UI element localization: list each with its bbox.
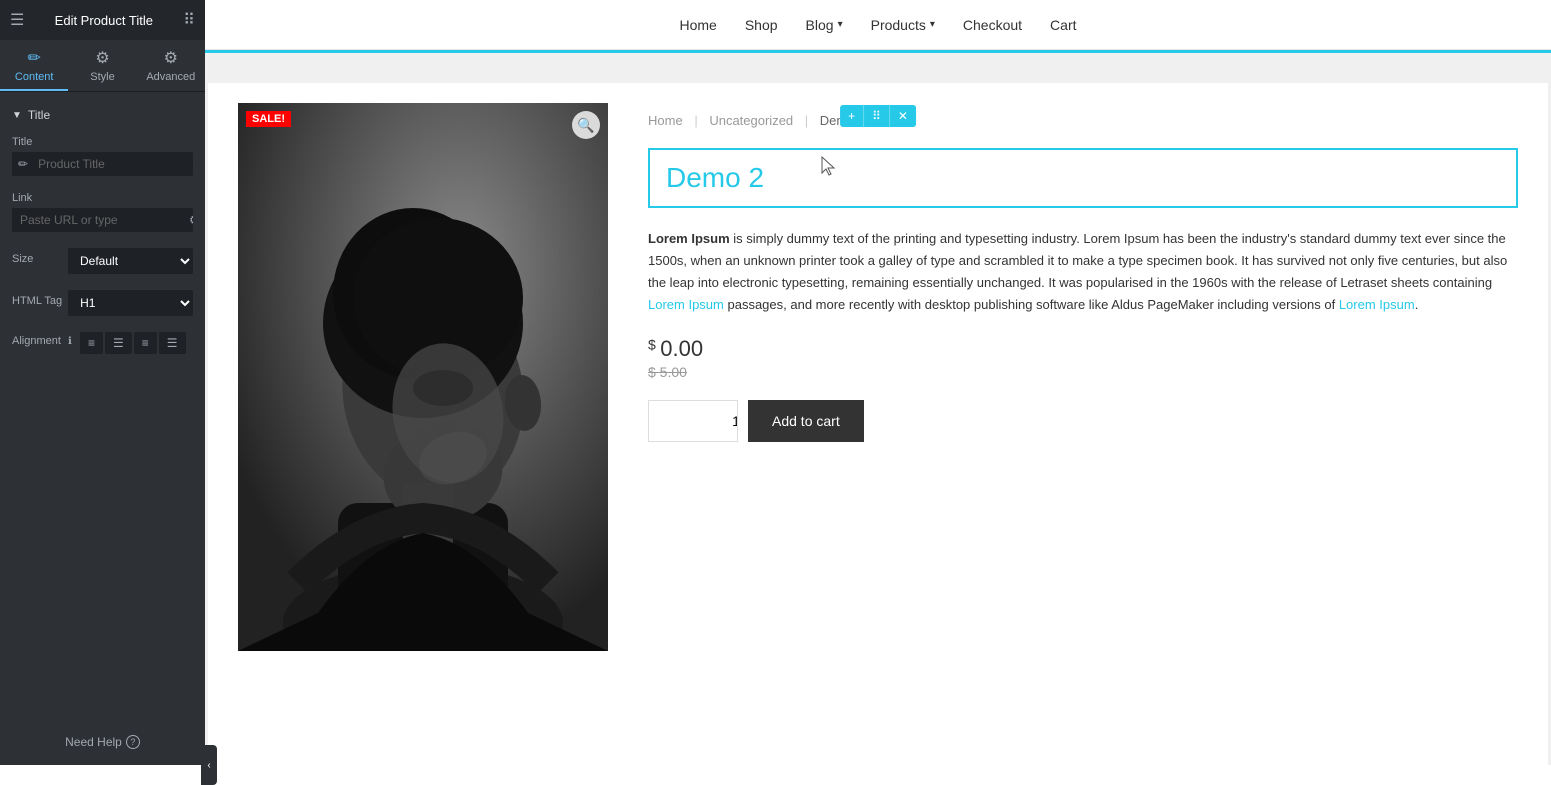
product-image-svg	[238, 103, 608, 651]
widget-close-button[interactable]: ✕	[890, 105, 916, 127]
link-input-wrap: ⚙ ✕	[12, 208, 193, 232]
breadcrumb: Home | Uncategorized | Demo 2	[648, 113, 1518, 128]
title-field-group: Title ✏	[0, 128, 205, 184]
nav-cart[interactable]: Cart	[1050, 17, 1076, 33]
link-label: Link	[12, 192, 193, 204]
need-help-link[interactable]: Need Help ?	[16, 735, 189, 749]
sale-badge: SALE!	[246, 111, 291, 127]
alignment-buttons: ≡ ☰ ≡ ☰	[80, 332, 186, 354]
nav-checkout[interactable]: Checkout	[963, 17, 1022, 33]
quantity-field[interactable]	[649, 401, 738, 441]
section-title-toggle[interactable]: ▼ Title	[0, 102, 205, 128]
product-page: SALE! 🔍	[208, 83, 1548, 765]
gear2-icon: ⚙	[164, 48, 178, 68]
sidebar-header: ☰ Edit Product Title ⠿	[0, 0, 205, 40]
breadcrumb-sep1: |	[694, 113, 697, 128]
main-content: Home Shop Blog ▾ Products ▾ Checkout Car…	[205, 0, 1551, 765]
tab-advanced[interactable]: ⚙ Advanced	[137, 40, 205, 91]
lorem-ipsum-link1[interactable]: Lorem Ipsum	[648, 297, 724, 312]
add-to-cart-button[interactable]: Add to cart	[748, 400, 864, 442]
nav-products[interactable]: Products ▾	[871, 17, 935, 33]
sidebar: ☰ Edit Product Title ⠿ ✏ Content ⚙ Style…	[0, 0, 205, 765]
title-input-wrap: ✏	[12, 152, 193, 176]
breadcrumb-sep2: |	[805, 113, 808, 128]
link-input[interactable]	[12, 208, 183, 232]
canvas-area: SALE! 🔍	[205, 53, 1551, 765]
alignment-label: Alignment ℹ	[12, 335, 72, 347]
product-description: Lorem Ipsum is simply dummy text of the …	[648, 228, 1518, 316]
info-icon: ℹ	[68, 336, 72, 347]
tab-content[interactable]: ✏ Content	[0, 40, 68, 91]
product-image	[238, 103, 608, 651]
tab-style[interactable]: ⚙ Style	[68, 40, 136, 91]
current-price: $ 0.00	[648, 336, 1518, 362]
chevron-down-icon: ▼	[12, 110, 22, 121]
product-image-col: SALE! 🔍	[238, 103, 608, 763]
align-left-button[interactable]: ≡	[80, 332, 103, 354]
top-nav: Home Shop Blog ▾ Products ▾ Checkout Car…	[205, 0, 1551, 50]
lorem-ipsum-link2[interactable]: Lorem Ipsum	[1339, 297, 1415, 312]
widget-move-button[interactable]: ⠿	[864, 105, 890, 127]
product-title-box: Demo 2	[648, 148, 1518, 208]
hamburger-icon[interactable]: ☰	[10, 10, 24, 30]
add-to-cart-row: ▲ ▼ Add to cart	[648, 400, 1518, 442]
align-center-button[interactable]: ☰	[105, 332, 132, 354]
html-tag-field-group: HTML Tag H1	[0, 282, 205, 324]
sidebar-collapse-button[interactable]: ‹	[201, 745, 217, 785]
blog-dropdown-arrow: ▾	[838, 19, 843, 30]
help-area: Need Help ?	[0, 719, 205, 765]
html-tag-select[interactable]: H1	[68, 290, 193, 316]
product-title: Demo 2	[666, 162, 1500, 194]
price-section: $ 0.00 $ 5.00	[648, 336, 1518, 380]
zoom-icon[interactable]: 🔍	[572, 111, 600, 139]
help-icon: ?	[126, 735, 140, 749]
quantity-input: ▲ ▼	[648, 400, 738, 442]
link-field-group: Link ⚙ ✕	[0, 184, 205, 240]
widget-toolbar: + ⠿ ✕	[840, 105, 916, 127]
grid-icon[interactable]: ⠿	[183, 10, 195, 30]
size-label: Size	[12, 253, 62, 265]
size-field-group: Size Default	[0, 240, 205, 282]
settings-icon[interactable]: ⚙	[183, 208, 193, 232]
alignment-field-group: Alignment ℹ ≡ ☰ ≡ ☰	[0, 324, 205, 362]
pencil-small-icon: ✏	[12, 157, 34, 171]
price-dollar-sign: $	[648, 337, 656, 353]
nav-shop[interactable]: Shop	[745, 17, 778, 33]
sidebar-title: Edit Product Title	[55, 13, 153, 28]
gear-icon: ⚙	[95, 48, 109, 68]
breadcrumb-home[interactable]: Home	[648, 113, 683, 128]
products-dropdown-arrow: ▾	[930, 19, 935, 30]
size-select[interactable]: Default	[68, 248, 193, 274]
price-value: 0.00	[660, 336, 703, 361]
lorem-ipsum-bold: Lorem Ipsum	[648, 231, 730, 246]
title-input[interactable]	[34, 152, 193, 176]
sidebar-body: ▼ Title Title ✏ Link ⚙ ✕ Size Default	[0, 92, 205, 719]
product-details-col: Home | Uncategorized | Demo 2 Demo 2 Lor…	[648, 103, 1518, 763]
accent-border: + ⠿ ✕	[205, 50, 1551, 53]
nav-home[interactable]: Home	[679, 17, 716, 33]
breadcrumb-category[interactable]: Uncategorized	[709, 113, 793, 128]
title-label: Title	[12, 136, 193, 148]
pencil-icon: ✏	[27, 48, 40, 68]
nav-blog[interactable]: Blog ▾	[806, 17, 843, 33]
old-price: $ 5.00	[648, 364, 1518, 380]
align-right-button[interactable]: ≡	[134, 332, 157, 354]
html-tag-label: HTML Tag	[12, 295, 62, 307]
widget-add-button[interactable]: +	[840, 105, 864, 127]
sidebar-tabs: ✏ Content ⚙ Style ⚙ Advanced	[0, 40, 205, 92]
align-justify-button[interactable]: ☰	[159, 332, 186, 354]
